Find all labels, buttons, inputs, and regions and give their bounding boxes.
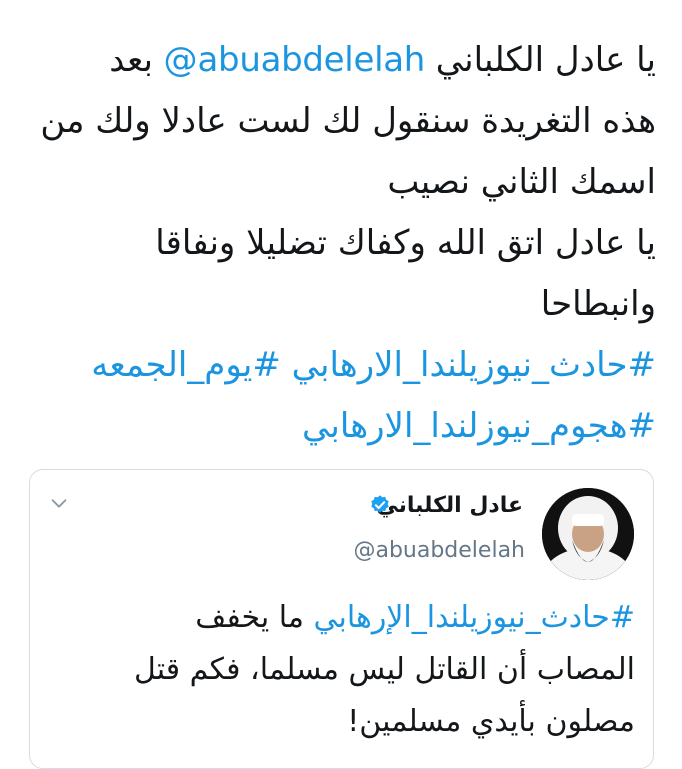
- tweet-line-3: اسمك الثاني نصيب: [387, 162, 656, 202]
- chevron-down-icon[interactable]: [48, 492, 70, 514]
- quoted-tweet-card[interactable]: عادل الكلباني @abuabdelelah #حادث_نيوزيل…: [29, 469, 654, 769]
- tweet-line-5: وانبطاحا: [540, 284, 657, 324]
- tweet-line-1: يا عادل الكلباني @abuabdelelah بعد: [20, 30, 656, 91]
- author-name[interactable]: عادل الكلباني: [376, 493, 523, 518]
- author-handle[interactable]: @abuabdelelah: [353, 538, 525, 563]
- quoted-tweet-text: #حادث_نيوزيلندا_الإرهابي ما يخفف المصاب …: [45, 592, 635, 748]
- tweet-body: يا عادل الكلباني @abuabdelelah بعد هذه ا…: [20, 30, 656, 457]
- tweet-text-lead: يا عادل الكلباني: [425, 40, 657, 80]
- tweet-line-4: يا عادل اتق الله وكفاك تضليلا ونفاقا: [155, 223, 656, 263]
- mention-link[interactable]: @abuabdelelah: [164, 40, 426, 80]
- quoted-line-3: مصلون بأيدي مسلمين!: [347, 704, 635, 739]
- avatar[interactable]: [542, 488, 634, 580]
- quoted-line-1-trail: ما يخفف: [195, 600, 314, 635]
- hashtag-links-2[interactable]: #هجوم_نيوزلندا_الارهابي: [20, 396, 656, 457]
- quoted-line-1: #حادث_نيوزيلندا_الإرهابي ما يخفف: [45, 592, 635, 644]
- verified-badge-icon: [371, 495, 389, 513]
- hashtag-links-1[interactable]: #حادث_نيوزيلندا_الارهابي #يوم_الجمعه: [20, 335, 656, 396]
- tweet-text-trail: بعد: [109, 40, 164, 80]
- tweet-line-2: هذه التغريدة سنقول لك لست عادلا ولك من: [40, 101, 656, 141]
- quoted-line-2: المصاب أن القاتل ليس مسلما، فكم قتل: [133, 652, 635, 687]
- quoted-hashtag-link[interactable]: #حادث_نيوزيلندا_الإرهابي: [314, 600, 635, 635]
